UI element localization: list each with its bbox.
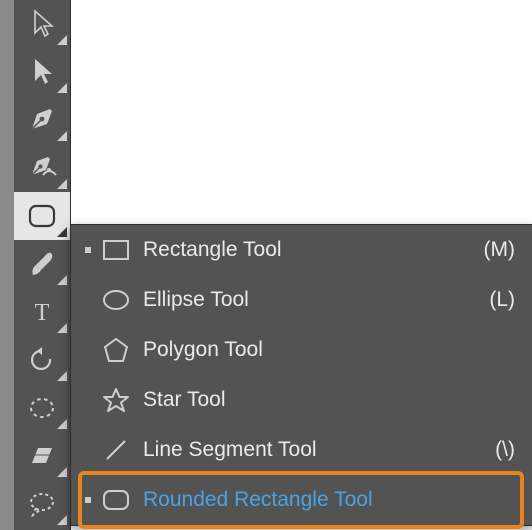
selection-tool[interactable] (14, 0, 70, 48)
flyout-indicator-icon (57, 515, 67, 525)
paintbrush-icon (27, 249, 57, 279)
flyout-item-label: Polygon Tool (137, 338, 471, 362)
flyout-indicator-icon (57, 131, 67, 141)
lasso-speech-icon (27, 491, 57, 517)
active-indicator (81, 497, 95, 503)
rectangle-icon (95, 237, 137, 263)
canvas-area[interactable] (90, 0, 532, 224)
line-segment-icon (95, 436, 137, 464)
flyout-item-polygon[interactable]: Polygon Tool (71, 325, 532, 375)
curvature-tool[interactable] (14, 144, 70, 192)
tools-panel: T (14, 0, 71, 530)
curvature-pen-icon (26, 153, 58, 183)
ellipse-marquee-tool[interactable] (14, 384, 70, 432)
flyout-item-shortcut: (L) (471, 288, 515, 312)
rounded-rectangle-icon (95, 487, 137, 513)
flyout-indicator-icon (57, 371, 67, 381)
active-indicator (81, 247, 95, 253)
flyout-indicator-icon (57, 179, 67, 189)
cursor-solid-icon (29, 57, 55, 87)
rounded-rectangle-icon (27, 203, 57, 229)
rectangle-tool[interactable] (14, 192, 70, 240)
flyout-item-rounded-rectangle[interactable]: Rounded Rectangle Tool (71, 475, 532, 525)
flyout-item-ellipse[interactable]: Ellipse Tool (L) (71, 275, 532, 325)
flyout-indicator-icon (57, 467, 67, 477)
rotate-ccw-icon (28, 346, 56, 374)
flyout-item-shortcut: (\) (471, 438, 515, 462)
paintbrush-tool[interactable] (14, 240, 70, 288)
flyout-item-shortcut: (M) (471, 238, 515, 262)
ellipse-icon (95, 287, 137, 313)
app-frame-edge (0, 0, 14, 530)
pen-tool[interactable] (14, 96, 70, 144)
flyout-indicator-icon (57, 419, 67, 429)
svg-text:T: T (35, 300, 50, 325)
flyout-item-label: Ellipse Tool (137, 288, 471, 312)
lasso-tool[interactable] (14, 480, 70, 528)
flyout-item-label: Rounded Rectangle Tool (137, 488, 471, 512)
rotate-tool[interactable] (14, 336, 70, 384)
flyout-item-line[interactable]: Line Segment Tool (\) (71, 425, 532, 475)
flyout-indicator-icon (57, 323, 67, 333)
flyout-item-label: Rectangle Tool (137, 238, 471, 262)
direct-selection-tool[interactable] (14, 48, 70, 96)
eraser-tool[interactable] (14, 432, 70, 480)
flyout-item-rectangle[interactable]: Rectangle Tool (M) (71, 225, 532, 275)
shape-tools-flyout: Rectangle Tool (M) Ellipse Tool (L) Poly… (70, 224, 532, 526)
flyout-indicator-icon (57, 227, 67, 237)
star-icon (95, 386, 137, 414)
pen-nib-icon (27, 105, 57, 135)
flyout-item-label: Line Segment Tool (137, 438, 471, 462)
dashed-ellipse-icon (28, 395, 56, 421)
type-tool[interactable]: T (14, 288, 70, 336)
type-t-icon: T (29, 299, 55, 325)
flyout-item-star[interactable]: Star Tool (71, 375, 532, 425)
flyout-indicator-icon (57, 83, 67, 93)
flyout-indicator-icon (57, 275, 67, 285)
cursor-arrow-icon (29, 9, 55, 39)
flyout-indicator-icon (57, 35, 67, 45)
polygon-icon (95, 336, 137, 364)
flyout-item-label: Star Tool (137, 388, 471, 412)
eraser-icon (27, 443, 57, 469)
